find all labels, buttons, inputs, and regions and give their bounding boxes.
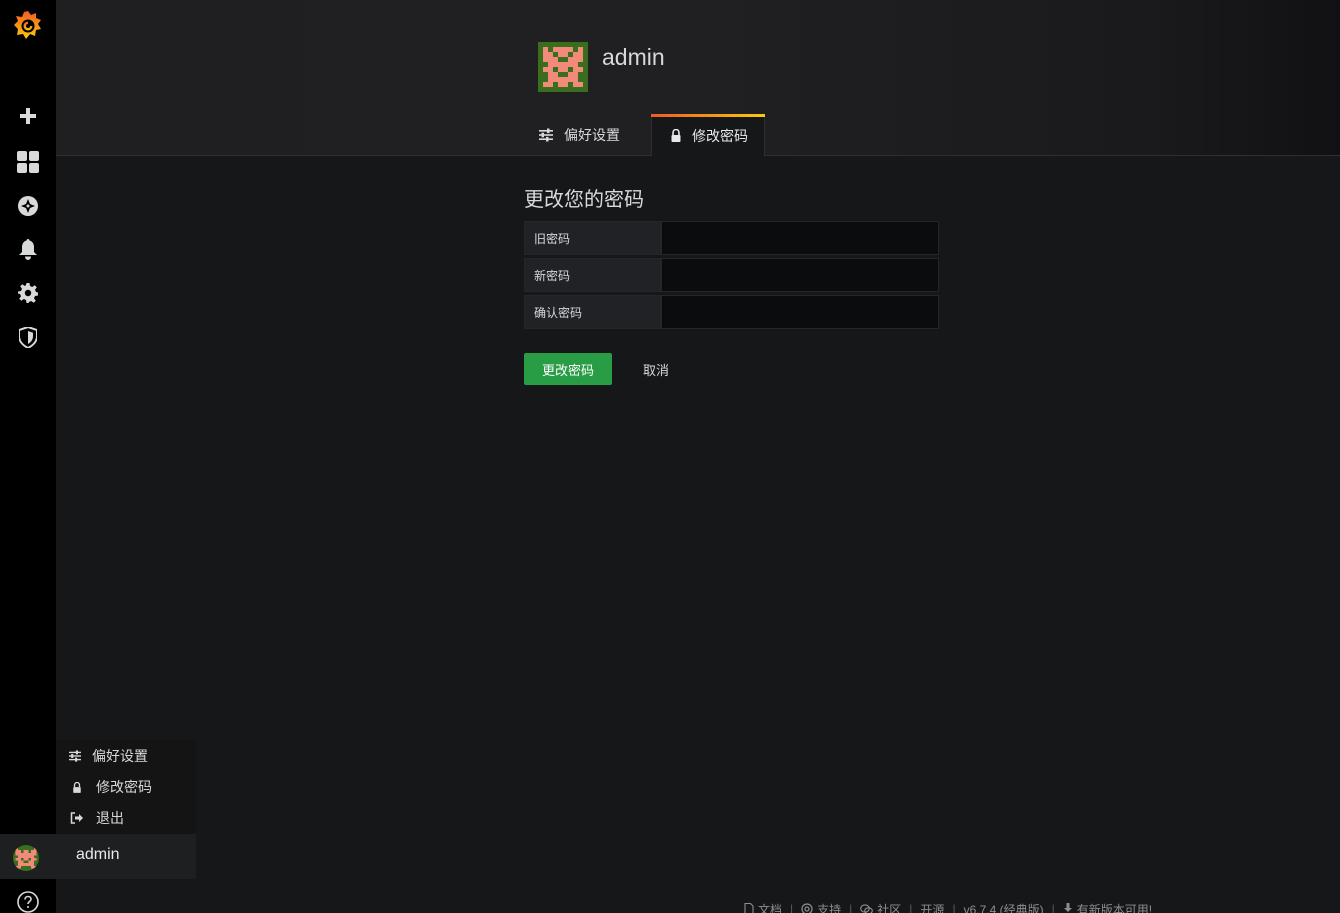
plus-icon[interactable] xyxy=(0,96,56,136)
footer-separator: | xyxy=(790,902,794,913)
compass-icon[interactable] xyxy=(0,186,56,226)
tab-change-password[interactable]: 修改密码 xyxy=(651,114,765,156)
download-icon xyxy=(1063,903,1073,913)
apps-grid-icon[interactable] xyxy=(0,142,56,182)
profile-menu: 偏好设置 修改密码 退出 xyxy=(56,740,196,834)
old-password-label: 旧密码 xyxy=(524,221,661,255)
footer-community-link[interactable]: 社区 xyxy=(860,901,901,913)
profile-menu-change-password-label: 修改密码 xyxy=(96,779,152,795)
gear-icon[interactable] xyxy=(0,273,56,313)
bell-icon[interactable] xyxy=(0,229,56,269)
tab-change-password-label: 修改密码 xyxy=(692,127,748,144)
confirm-password-row: 确认密码 xyxy=(524,295,939,329)
document-icon xyxy=(744,903,754,913)
footer-open-source-label: 开源 xyxy=(920,902,945,913)
cancel-button[interactable]: 取消 xyxy=(630,353,682,385)
sliders-icon xyxy=(67,750,83,762)
sliders-icon xyxy=(538,128,554,142)
footer-docs-label: 文档 xyxy=(758,902,783,913)
sidebar xyxy=(0,0,56,913)
footer-support-link[interactable]: 支持 xyxy=(801,901,841,913)
sidebar-profile-name[interactable]: admin xyxy=(76,846,120,864)
page-title: admin xyxy=(602,44,665,70)
footer-community-label: 社区 xyxy=(877,902,902,913)
footer-support-label: 支持 xyxy=(817,902,842,913)
user-avatar xyxy=(538,42,588,92)
lock-icon xyxy=(69,781,85,793)
tab-preferences[interactable]: 偏好设置 xyxy=(538,114,620,156)
footer-update-label: 有新版本可用! xyxy=(1076,902,1153,913)
footer-docs-link[interactable]: 文档 xyxy=(744,901,782,913)
old-password-row: 旧密码 xyxy=(524,221,939,255)
footer-open-source-link[interactable]: 开源 xyxy=(920,901,944,913)
profile-menu-preferences-label: 偏好设置 xyxy=(92,748,148,764)
sign-out-icon xyxy=(69,812,85,824)
footer-separator: | xyxy=(1051,902,1055,913)
question-icon[interactable] xyxy=(0,882,56,913)
footer-version: v6.7.4 (经典版) xyxy=(964,901,1044,913)
footer-update-link[interactable]: 有新版本可用! xyxy=(1063,901,1152,913)
new-password-row: 新密码 xyxy=(524,258,939,292)
shield-icon[interactable] xyxy=(0,317,56,357)
change-password-button[interactable]: 更改密码 xyxy=(524,353,612,385)
footer: 文档 | 支持 | 社区 | 开源 | v6.7.4 (经典版) | 有新版本可… xyxy=(744,902,1152,913)
comments-icon xyxy=(860,903,874,913)
footer-separator: | xyxy=(909,902,913,913)
confirm-password-input[interactable] xyxy=(661,295,939,329)
confirm-password-label: 确认密码 xyxy=(524,295,661,329)
lock-icon xyxy=(670,129,682,142)
form-title: 更改您的密码 xyxy=(524,189,644,211)
profile-menu-sign-out-label: 退出 xyxy=(96,810,124,826)
tab-preferences-label: 偏好设置 xyxy=(564,127,620,143)
footer-separator: | xyxy=(849,902,853,913)
grafana-logo-icon[interactable] xyxy=(0,6,56,46)
old-password-input[interactable] xyxy=(661,221,939,255)
footer-separator: | xyxy=(952,902,956,913)
user-avatar-small[interactable] xyxy=(13,845,39,871)
new-password-label: 新密码 xyxy=(524,258,661,292)
footer-version-label: v6.7.4 (经典版) xyxy=(963,902,1044,913)
new-password-input[interactable] xyxy=(661,258,939,292)
profile-menu-sign-out[interactable]: 退出 xyxy=(56,804,196,832)
profile-menu-change-password[interactable]: 修改密码 xyxy=(56,773,196,801)
support-icon xyxy=(801,903,813,913)
profile-menu-preferences[interactable]: 偏好设置 xyxy=(56,742,196,770)
